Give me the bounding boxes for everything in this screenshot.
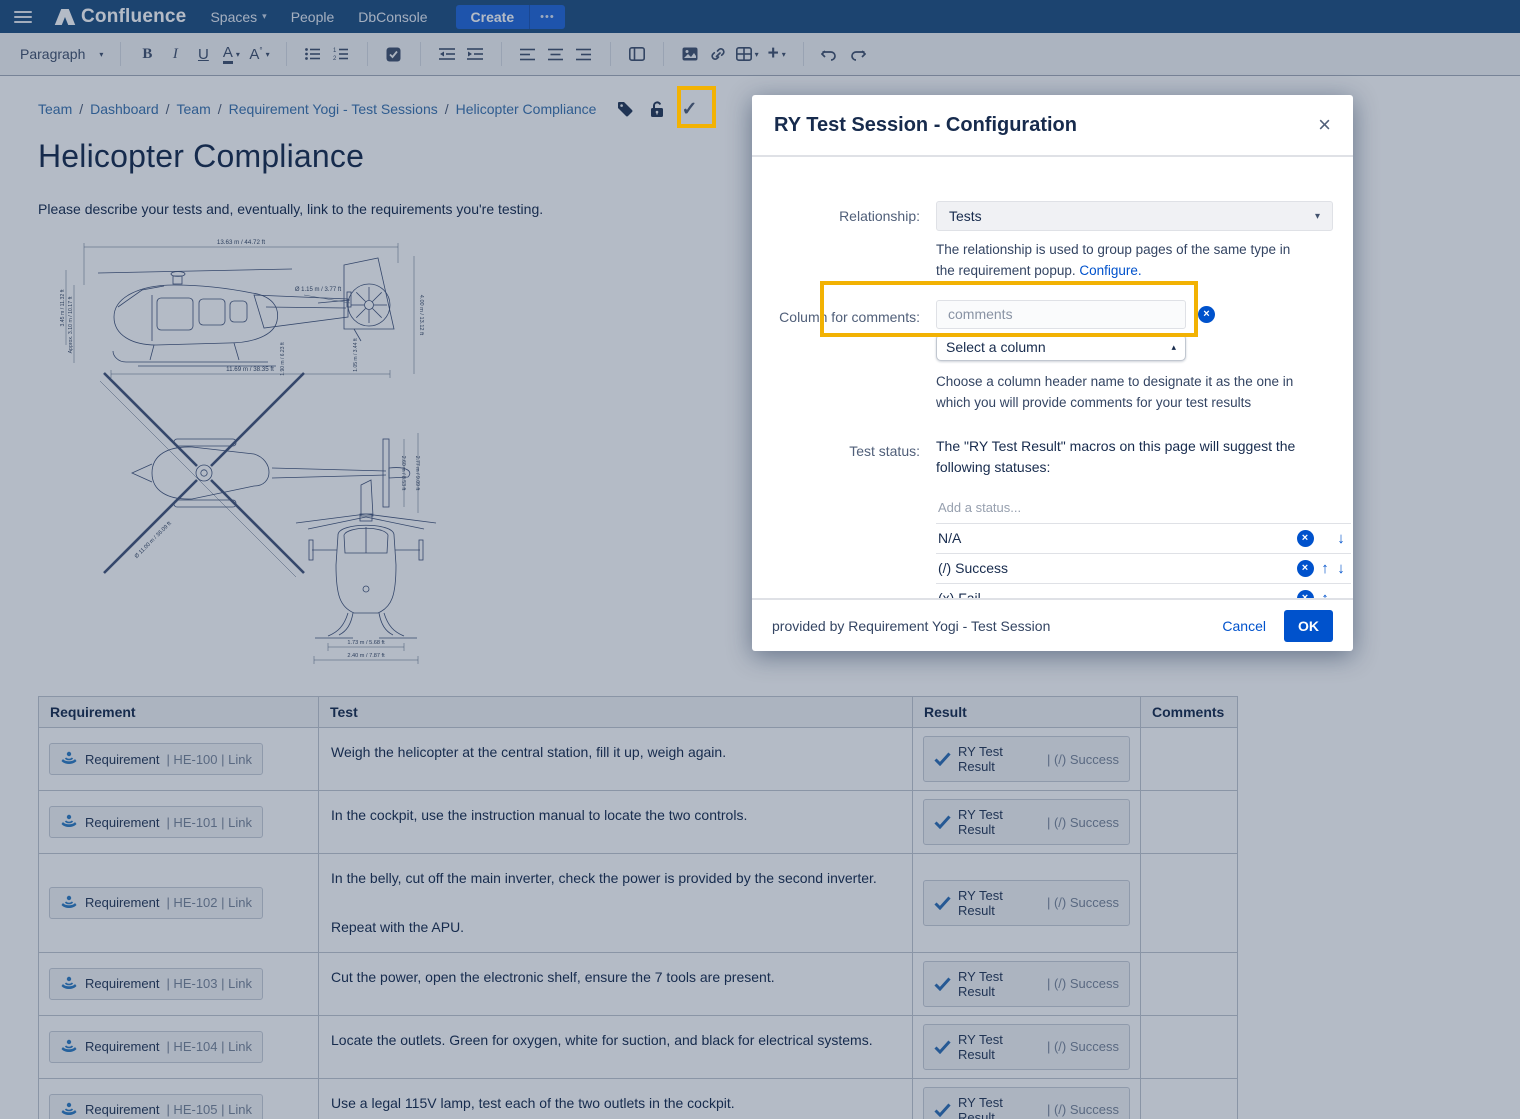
clear-column-icon[interactable]: × <box>1198 306 1215 323</box>
status-row-success: (/) Success × ↑ ↓ <box>936 553 1351 583</box>
ok-button[interactable]: OK <box>1284 610 1333 642</box>
move-down-icon[interactable]: ↓ <box>1337 530 1345 547</box>
cancel-button[interactable]: Cancel <box>1222 618 1266 634</box>
relationship-label: Relationship: <box>772 201 920 300</box>
chevron-down-icon: ▾ <box>1315 211 1320 222</box>
column-comments-label: Column for comments: <box>772 300 920 436</box>
remove-status-icon[interactable]: × <box>1297 560 1314 577</box>
move-down-icon[interactable]: ↓ <box>1337 560 1345 577</box>
status-row-fail: (x) Fail × ↑ <box>936 583 1351 598</box>
move-up-icon[interactable]: ↑ <box>1321 560 1329 577</box>
chevron-up-icon: ▴ <box>1171 342 1176 353</box>
close-icon[interactable]: × <box>1318 114 1331 136</box>
relationship-help: The relationship is used to group pages … <box>936 240 1306 282</box>
column-help: Choose a column header name to designate… <box>936 372 1306 414</box>
ry-config-modal: RY Test Session - Configuration × Relati… <box>752 95 1353 651</box>
column-select[interactable]: Select a column ▴ <box>936 334 1186 361</box>
test-status-label: Test status: <box>772 436 920 598</box>
move-up-icon[interactable]: ↑ <box>1321 590 1329 598</box>
status-description: The "RY Test Result" macros on this page… <box>936 436 1326 478</box>
relationship-select[interactable]: Tests ▾ <box>936 201 1333 231</box>
configure-link[interactable]: Configure. <box>1079 263 1141 278</box>
status-row-na: N/A × ↓ <box>936 523 1351 553</box>
column-comments-input[interactable] <box>936 300 1186 329</box>
modal-title: RY Test Session - Configuration <box>774 114 1077 137</box>
provided-by-text: provided by Requirement Yogi - Test Sess… <box>772 618 1222 634</box>
add-status-input[interactable] <box>936 494 1351 523</box>
remove-status-icon[interactable]: × <box>1297 530 1314 547</box>
remove-status-icon[interactable]: × <box>1297 590 1314 598</box>
status-list: N/A × ↓ (/) Success × ↑ ↓ <box>936 494 1351 598</box>
